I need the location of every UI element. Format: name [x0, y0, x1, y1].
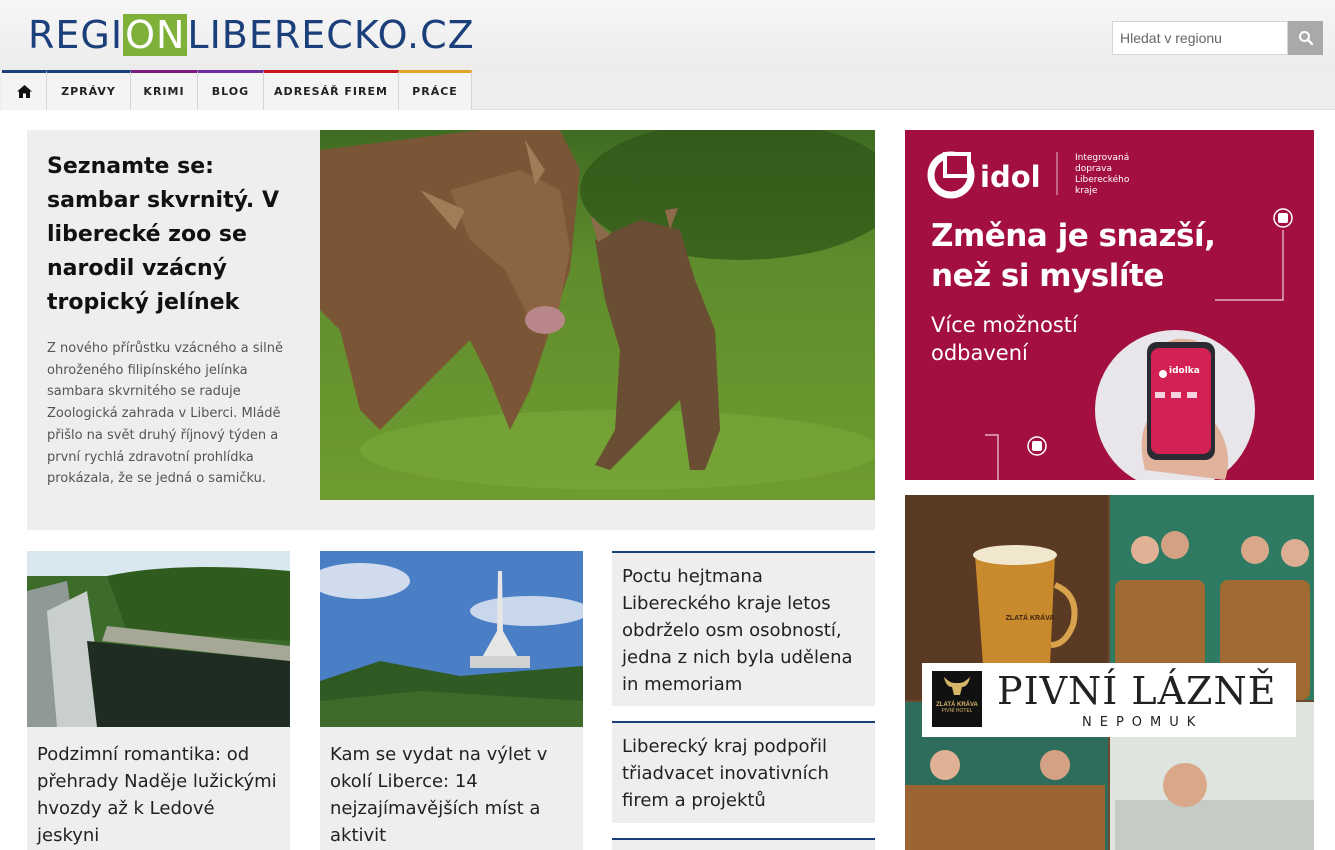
- search-icon: [1298, 31, 1313, 46]
- logo-part-liberecko: LIBERECKO.CZ: [187, 13, 475, 57]
- home-icon: [16, 85, 32, 98]
- featured-article-image[interactable]: [320, 130, 875, 500]
- featured-article-title[interactable]: Seznamte se: sambar skvrnitý. V libereck…: [47, 150, 297, 320]
- zlata-krava-logo: ZLATÁ KRÁVA PIVNÍ HOTEL: [932, 671, 982, 727]
- news-list-item[interactable]: [612, 838, 875, 850]
- beer-glass-label: ZLATÁ KRÁVA: [1005, 615, 1055, 622]
- search-input[interactable]: [1112, 21, 1288, 55]
- featured-article[interactable]: Seznamte se: sambar skvrnitý. V libereck…: [27, 130, 875, 530]
- bull-head-icon: [944, 677, 970, 695]
- idol-subheadline-line1: Více možností: [931, 313, 1078, 337]
- article-card-title[interactable]: Kam se vydat na výlet v okolí Liberce: 1…: [320, 731, 583, 849]
- pivni-lazne-banner: ZLATÁ KRÁVA PIVNÍ HOTEL PIVNÍ LÁZNĚ NEPO…: [922, 663, 1296, 737]
- idol-subheadline-line2: odbavení: [931, 341, 1028, 365]
- nav-menu: ZPRÁVY KRIMI BLOG ADRESÁŘ FIREM PRÁCE: [2, 70, 472, 110]
- search-form: [1112, 21, 1324, 55]
- news-list-item[interactable]: Liberecký kraj podpořil třiadvacet inova…: [612, 721, 875, 823]
- article-card[interactable]: Kam se vydat na výlet v okolí Liberce: 1…: [310, 551, 590, 850]
- nav-item-krimi[interactable]: KRIMI: [131, 70, 198, 110]
- logo-part-regi: REGI: [28, 13, 124, 57]
- pivni-lazne-subtitle: NEPOMUK: [1082, 715, 1204, 730]
- nav-item-adresar-firem[interactable]: ADRESÁŘ FIREM: [264, 70, 399, 110]
- site-header: REGI ON LIBERECKO.CZ: [0, 0, 1335, 70]
- pivni-lazne-title: PIVNÍ LÁZNĚ: [997, 669, 1277, 713]
- main-navigation: ZPRÁVY KRIMI BLOG ADRESÁŘ FIREM PRÁCE: [0, 70, 1335, 110]
- article-card-image[interactable]: [27, 551, 290, 727]
- site-logo[interactable]: REGI ON LIBERECKO.CZ: [28, 12, 475, 58]
- idol-advertisement[interactable]: idol Integrovaná doprava Libereckého kra…: [905, 130, 1314, 480]
- idol-headline-line2: než si myslíte: [931, 258, 1164, 294]
- search-button[interactable]: [1288, 21, 1323, 55]
- idol-app-name: idolka: [1169, 366, 1200, 376]
- idol-headline-line1: Změna je snazší,: [931, 218, 1216, 254]
- article-card[interactable]: Podzimní romantika: od přehrady Naděje l…: [27, 551, 290, 850]
- idol-brand: idol: [980, 160, 1041, 194]
- article-card-image[interactable]: [310, 551, 590, 727]
- pivni-lazne-advertisement[interactable]: ZLATÁ KRÁVA PIVNÍ HOTEL PIVNÍ LÁZNĚ NEPO…: [905, 495, 1314, 850]
- nav-item-zpravy[interactable]: ZPRÁVY: [47, 70, 131, 110]
- idol-brand-subtitle: Integrovaná doprava Libereckého kraje: [1075, 153, 1130, 196]
- zlata-krava-brand-sub: PIVNÍ HOTEL: [941, 708, 973, 714]
- featured-article-perex: Z nového přírůstku vzácného a silně ohro…: [47, 341, 283, 487]
- nav-item-prace[interactable]: PRÁCE: [399, 70, 472, 110]
- nav-item-home[interactable]: [2, 70, 47, 110]
- article-card-title[interactable]: Podzimní romantika: od přehrady Naděje l…: [27, 731, 290, 849]
- logo-part-on: ON: [123, 13, 188, 57]
- news-list-item[interactable]: Poctu hejtmana Libereckého kraje letos o…: [612, 551, 875, 706]
- nav-item-blog[interactable]: BLOG: [198, 70, 264, 110]
